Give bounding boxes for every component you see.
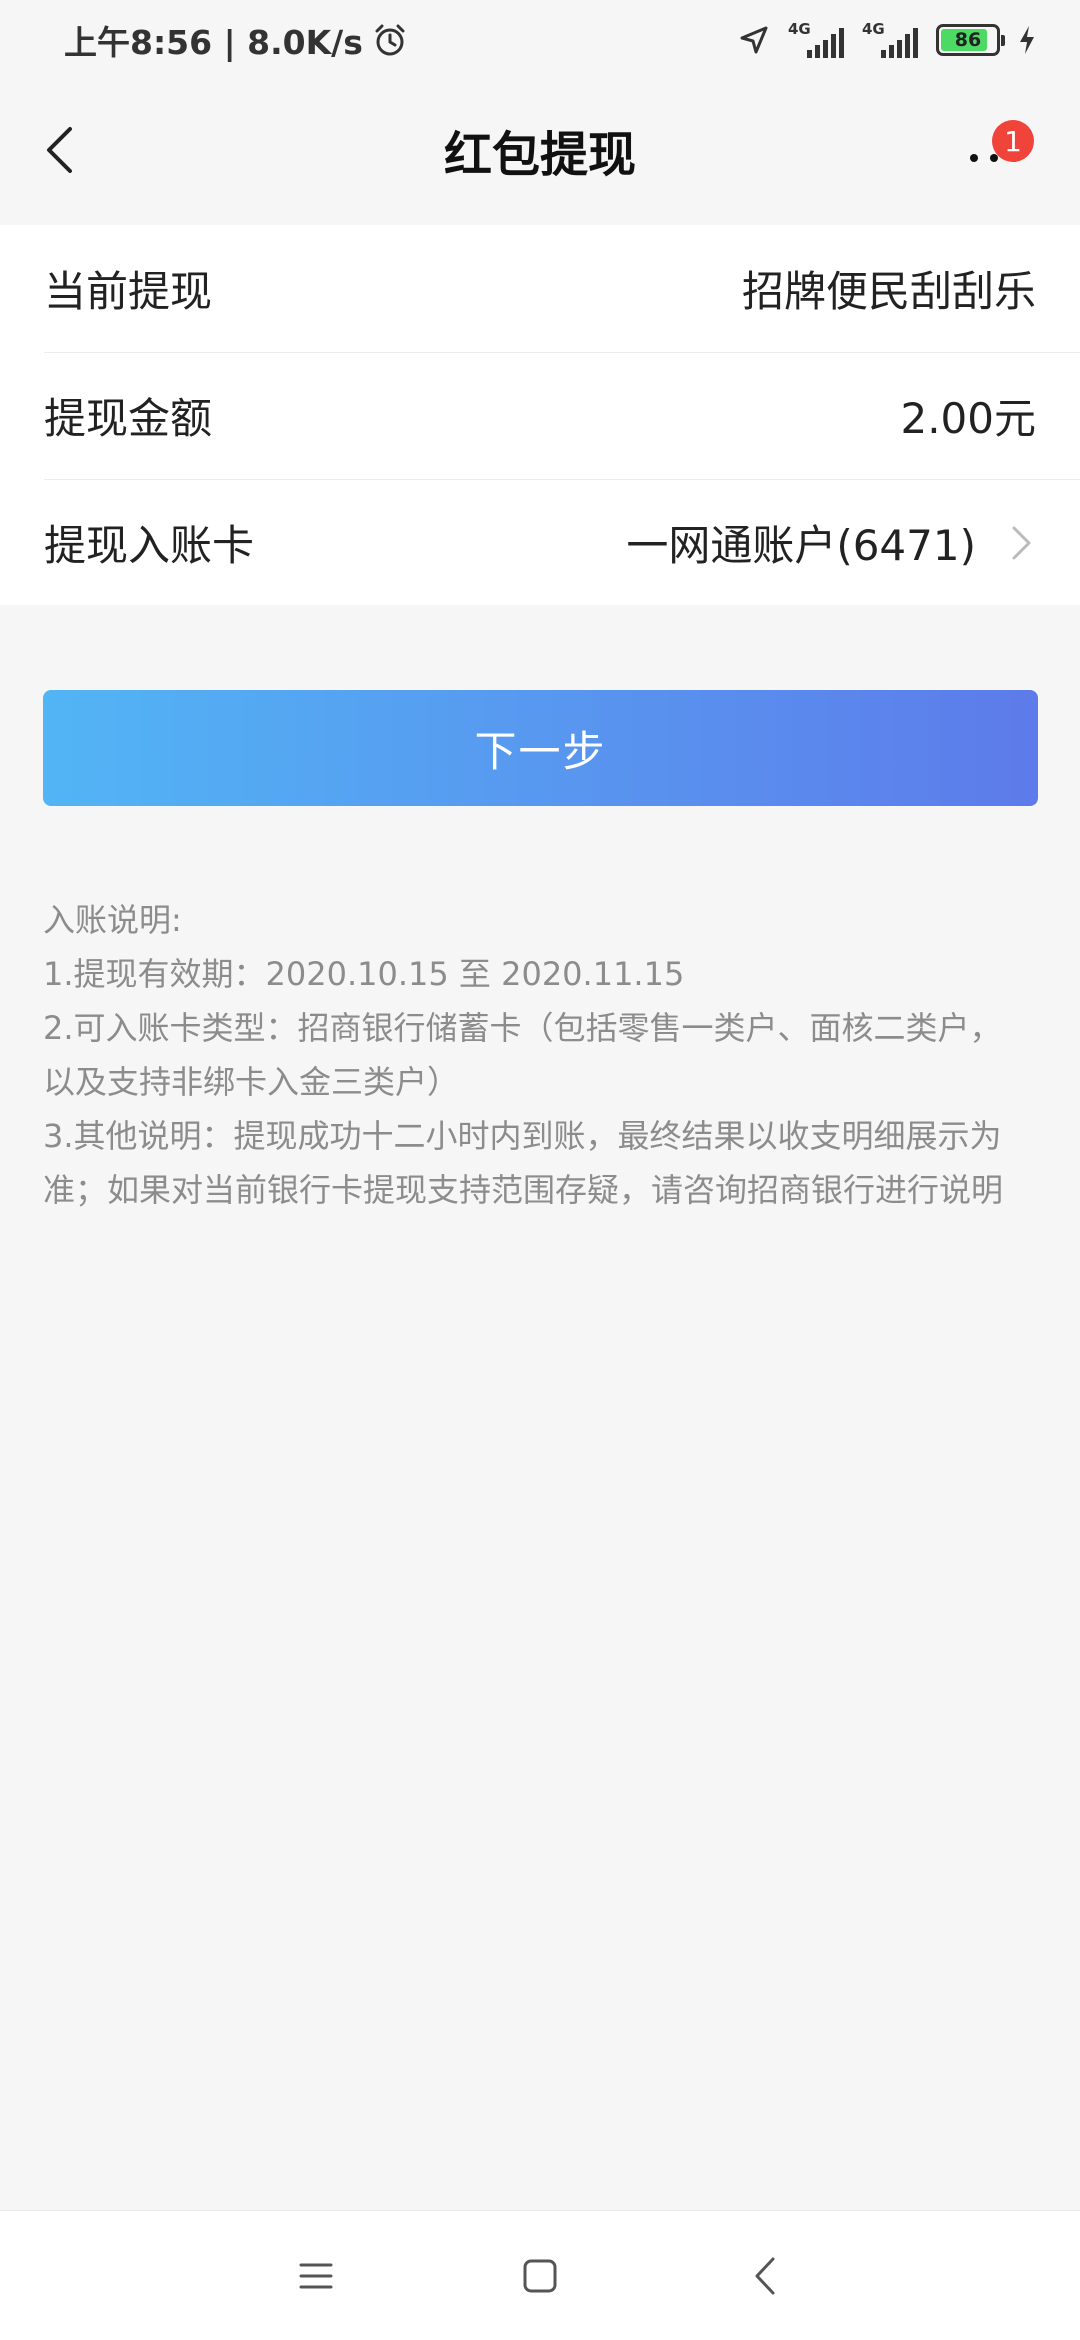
next-step-button[interactable]: 下一步: [43, 690, 1038, 806]
status-time-speed: 上午8:56 | 8.0K/s: [64, 23, 363, 62]
page-title: 红包提现: [443, 127, 636, 183]
home-icon: [523, 2259, 557, 2293]
notes-line: 准；如果对当前银行卡提现支持范围存疑，请咨询招商银行进行说明: [43, 1171, 1004, 1209]
deposit-card-selector[interactable]: 一网通账户(6471): [626, 512, 1036, 573]
chevron-right-icon: [1012, 526, 1031, 559]
row-value: 一网通账户(6471): [626, 521, 976, 570]
row-value: 招牌便民刮刮乐: [741, 267, 1036, 316]
row-value: 2.00元: [900, 394, 1036, 443]
notes-line: 以及支持非绑卡入金三类户）: [43, 1063, 460, 1101]
row-label: 提现金额: [44, 394, 213, 443]
location-icon: [740, 26, 768, 54]
signal-sim2-icon: 4G: [862, 20, 918, 60]
notes-line: 3.其他说明：提现成功十二小时内到账，最终结果以收支明细展示为: [43, 1117, 1002, 1155]
system-nav-bar: [0, 2210, 1080, 2340]
back-button[interactable]: [44, 110, 114, 190]
screen: 上午8:56 | 8.0K/s 4G 4G 86 红包提现 1 当前提现 招牌便…: [0, 0, 1080, 2340]
chevron-left-icon: [755, 2257, 775, 2295]
notes-line: 2.可入账卡类型：招商银行储蓄卡（包括零售一类户、面核二类户，: [43, 1009, 1002, 1047]
alarm-icon: [375, 24, 405, 56]
nav-bar: 红包提现 1: [0, 80, 1080, 220]
row-current-withdraw: 当前提现 招牌便民刮刮乐: [0, 225, 1080, 352]
menu-button[interactable]: [286, 2251, 346, 2301]
menu-icon: [299, 2263, 333, 2289]
notes-line: 1.提现有效期：2020.10.15 至 2020.11.15: [43, 955, 685, 993]
deposit-notes: 入账说明: 1.提现有效期：2020.10.15 至 2020.11.15 2.…: [43, 893, 1043, 1217]
notification-badge: 1: [992, 120, 1034, 162]
row-deposit-card[interactable]: 提现入账卡 一网通账户(6471): [0, 479, 1080, 606]
signal-sim1-icon: 4G: [788, 20, 844, 60]
more-button[interactable]: 1: [970, 120, 1050, 190]
row-label: 提现入账卡: [44, 521, 255, 570]
notes-title: 入账说明:: [43, 901, 182, 939]
status-right: 4G 4G 86: [738, 20, 1036, 60]
system-back-button[interactable]: [735, 2251, 795, 2301]
chevron-left-icon: [47, 127, 72, 173]
status-bar: 上午8:56 | 8.0K/s 4G 4G 86: [0, 0, 1080, 80]
battery-icon: 86: [936, 24, 1005, 56]
row-label: 当前提现: [44, 267, 213, 316]
status-left: 上午8:56 | 8.0K/s: [64, 16, 407, 64]
charging-icon: [1020, 26, 1034, 54]
withdraw-form: 当前提现 招牌便民刮刮乐 提现金额 2.00元 提现入账卡 一网通账户(6471…: [0, 225, 1080, 605]
battery-percent: 86: [954, 29, 982, 51]
row-withdraw-amount: 提现金额 2.00元: [0, 352, 1080, 479]
home-button[interactable]: [510, 2251, 570, 2301]
